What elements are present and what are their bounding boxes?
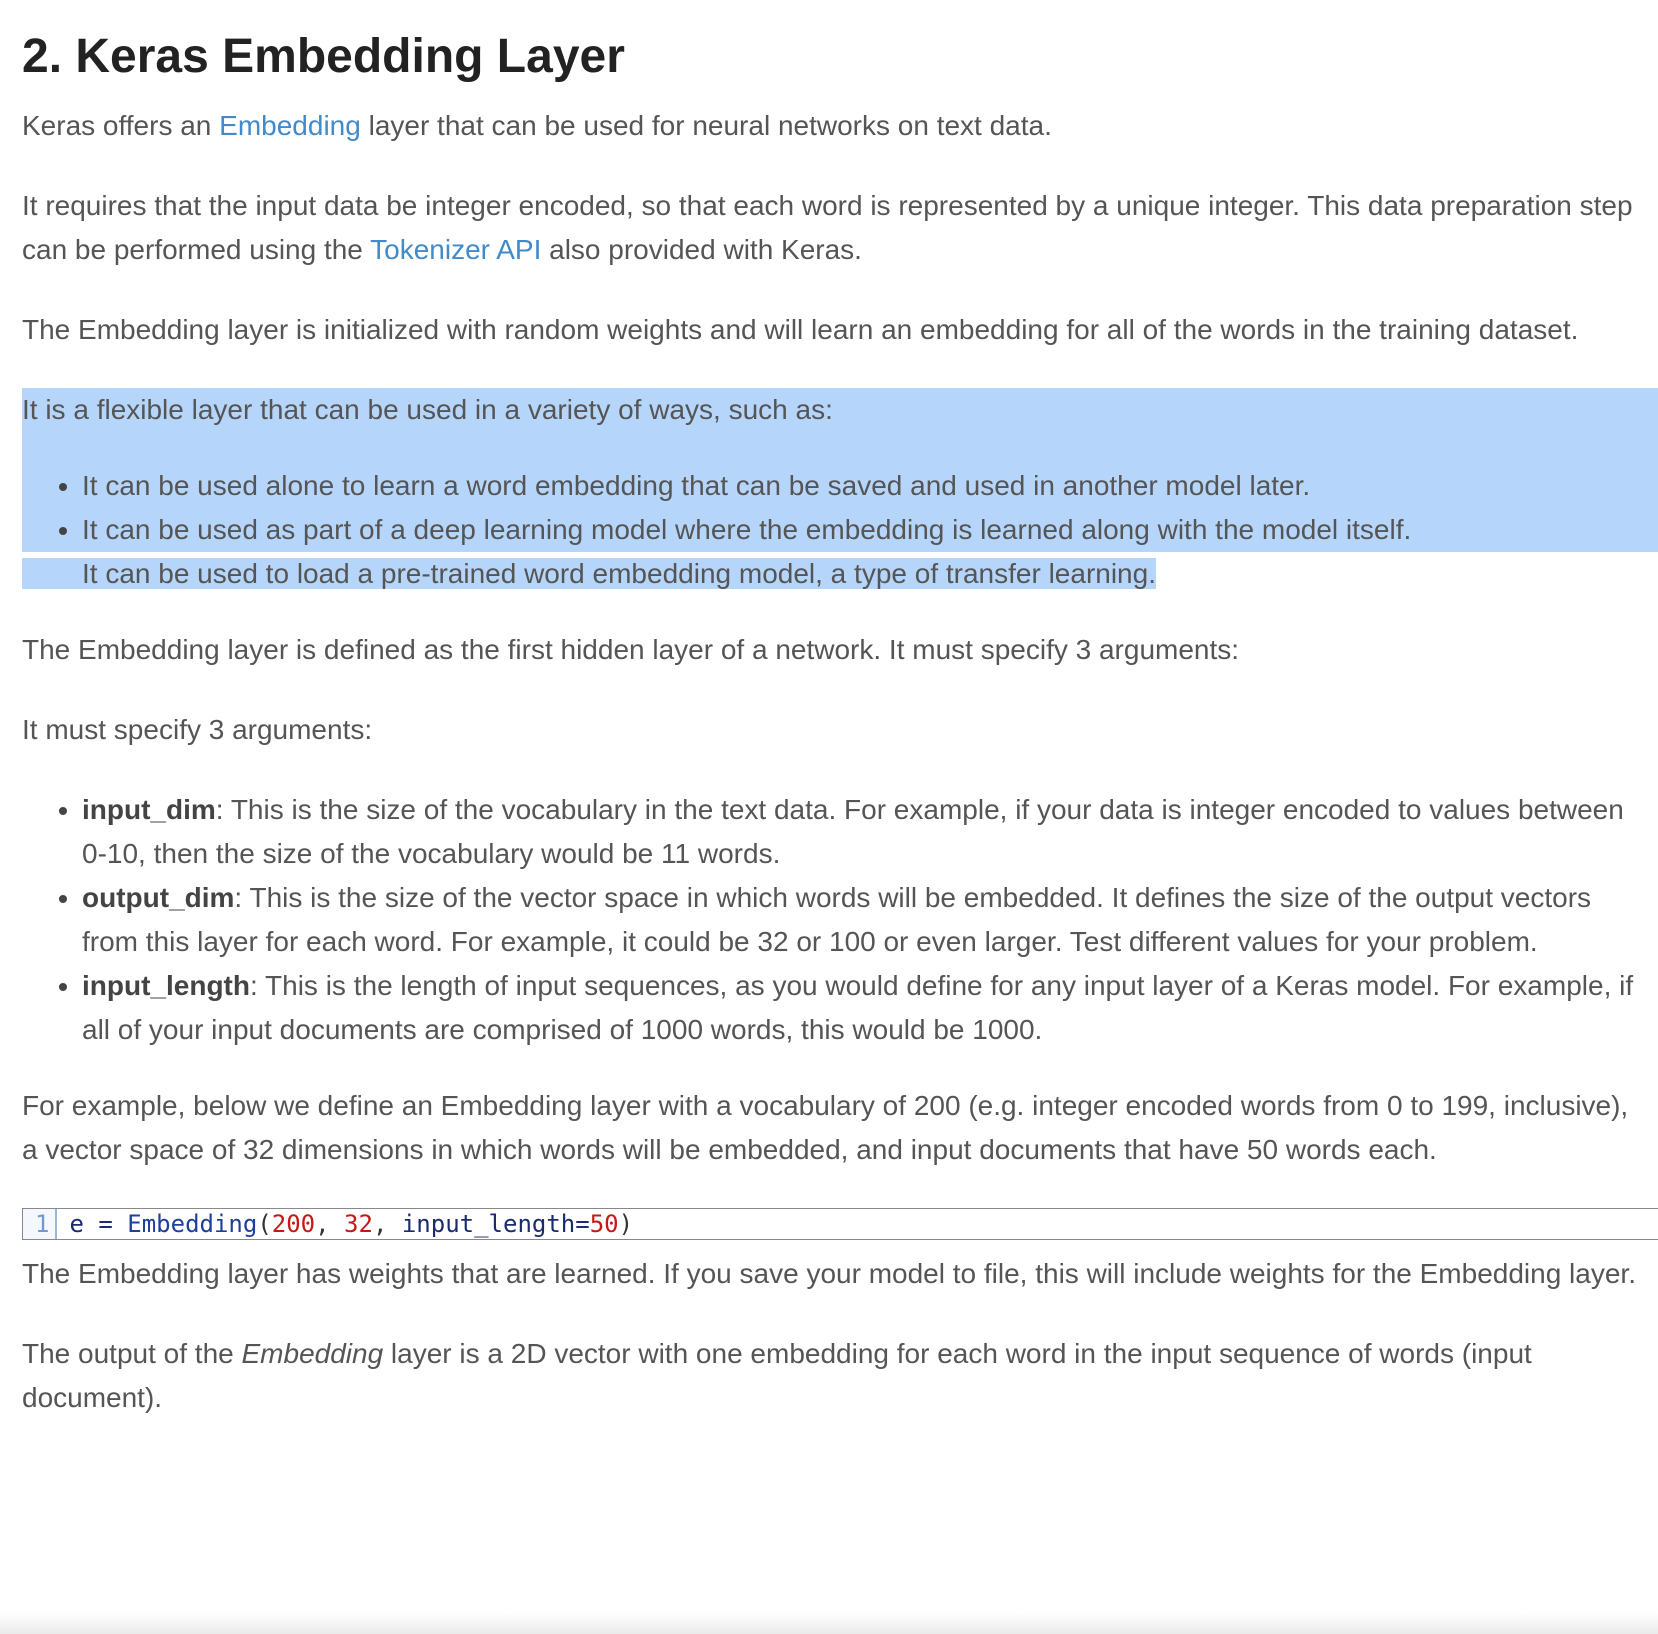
list-item: input_length: This is the length of inpu… [82, 964, 1646, 1052]
arguments-list: input_dim: This is the size of the vocab… [22, 788, 1646, 1052]
code-operator: = [575, 1210, 590, 1238]
code-number: 50 [589, 1210, 619, 1238]
use-item-text: It can be used to load a pre-trained wor… [22, 558, 1156, 589]
argument-description: : This is the length of input sequences,… [82, 970, 1634, 1045]
code-separator: , [315, 1210, 345, 1238]
code-block[interactable]: 1 e = Embedding(200, 32, input_length=50… [22, 1208, 1658, 1240]
flexible-paragraph-wrap: It is a flexible layer that can be used … [22, 388, 1658, 432]
code-line[interactable]: e = Embedding(200, 32, input_length=50) [57, 1209, 633, 1239]
requirement-text-end: also provided with Keras. [541, 234, 862, 265]
definition-paragraph: The Embedding layer is defined as the fi… [22, 634, 1240, 665]
list-item: It can be used alone to learn a word emb… [22, 464, 1658, 508]
use-item-text: It can be used alone to learn a word emb… [22, 464, 1658, 508]
code-number: 200 [271, 1210, 316, 1238]
intro-text-end: layer that can be used for neural networ… [360, 110, 1052, 141]
argument-name: input_length [82, 970, 250, 1001]
argument-description: : This is the size of the vocabulary in … [82, 794, 1624, 869]
code-variable: e [69, 1210, 84, 1238]
example-paragraph: For example, below we define an Embeddin… [22, 1090, 1629, 1165]
bottom-fade [0, 1612, 1658, 1634]
code-paren: ) [618, 1210, 634, 1238]
section-heading: 2. Keras Embedding Layer [22, 30, 625, 83]
arguments-intro-paragraph: It must specify 3 arguments: [22, 714, 373, 745]
uses-list: It can be used alone to learn a word emb… [22, 464, 1658, 596]
code-separator: , [372, 1210, 402, 1238]
embedding-emphasis: Embedding [241, 1338, 384, 1369]
code-number: 32 [344, 1210, 373, 1238]
weights-paragraph: The Embedding layer has weights that are… [22, 1258, 1636, 1289]
list-item: output_dim: This is the size of the vect… [82, 876, 1646, 964]
list-item: It can be used as part of a deep learnin… [22, 508, 1658, 552]
output-paragraph: The output of the Embedding layer is a 2… [22, 1332, 1646, 1420]
argument-name: input_dim [82, 794, 216, 825]
selected-region: It is a flexible layer that can be used … [22, 388, 1658, 596]
argument-name: output_dim [82, 882, 235, 913]
list-item: It can be used to load a pre-trained wor… [22, 552, 1646, 596]
intro-text: Keras offers an [22, 110, 220, 141]
code-keyword-arg: input_length [401, 1210, 576, 1238]
line-number: 1 [23, 1209, 58, 1239]
code-function: Embedding [127, 1210, 258, 1238]
embedding-link[interactable]: Embedding [219, 110, 361, 141]
article-body: 2. Keras Embedding Layer Keras offers an… [22, 28, 1658, 1420]
output-text: The output of the [22, 1338, 242, 1369]
initialization-paragraph: The Embedding layer is initialized with … [22, 314, 1579, 345]
code-paren: ( [257, 1210, 272, 1238]
flexible-paragraph: It is a flexible layer that can be used … [22, 388, 1658, 432]
tokenizer-api-link[interactable]: Tokenizer API [370, 234, 541, 265]
code-operator: = [83, 1210, 128, 1238]
argument-description: : This is the size of the vector space i… [82, 882, 1592, 957]
list-item: input_dim: This is the size of the vocab… [82, 788, 1646, 876]
use-item-text: It can be used as part of a deep learnin… [22, 508, 1658, 552]
selection-gap [22, 432, 1658, 464]
requirement-paragraph: It requires that the input data be integ… [22, 184, 1646, 272]
intro-paragraph: Keras offers an Embedding layer that can… [22, 104, 1646, 148]
